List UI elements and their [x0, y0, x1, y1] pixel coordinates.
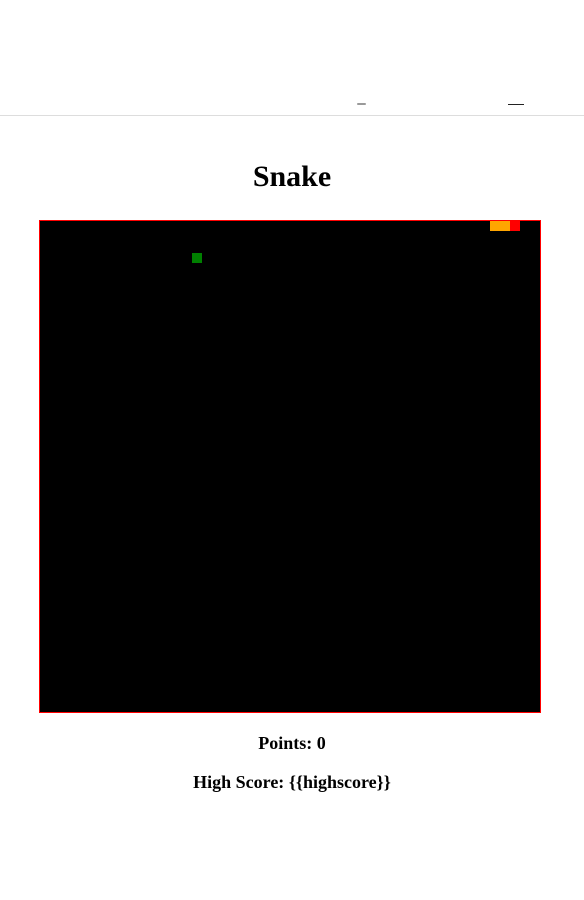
- game-board[interactable]: [39, 220, 541, 713]
- snake-segment: [490, 221, 500, 231]
- highscore-label: High Score:: [193, 772, 285, 792]
- spinner-icon: [357, 103, 366, 105]
- points-display: Points: 0: [0, 733, 584, 754]
- snake-head: [510, 221, 520, 231]
- food-pellet: [192, 253, 202, 263]
- highscore-display: High Score: {{highscore}}: [0, 772, 584, 793]
- highscore-value: {{highscore}}: [288, 772, 391, 792]
- snake-segment: [500, 221, 510, 231]
- points-value: 0: [316, 733, 326, 753]
- points-label: Points:: [258, 733, 313, 753]
- minimize-icon[interactable]: [508, 104, 524, 105]
- game-title: Snake: [252, 160, 332, 193]
- browser-top-bar: [0, 0, 584, 116]
